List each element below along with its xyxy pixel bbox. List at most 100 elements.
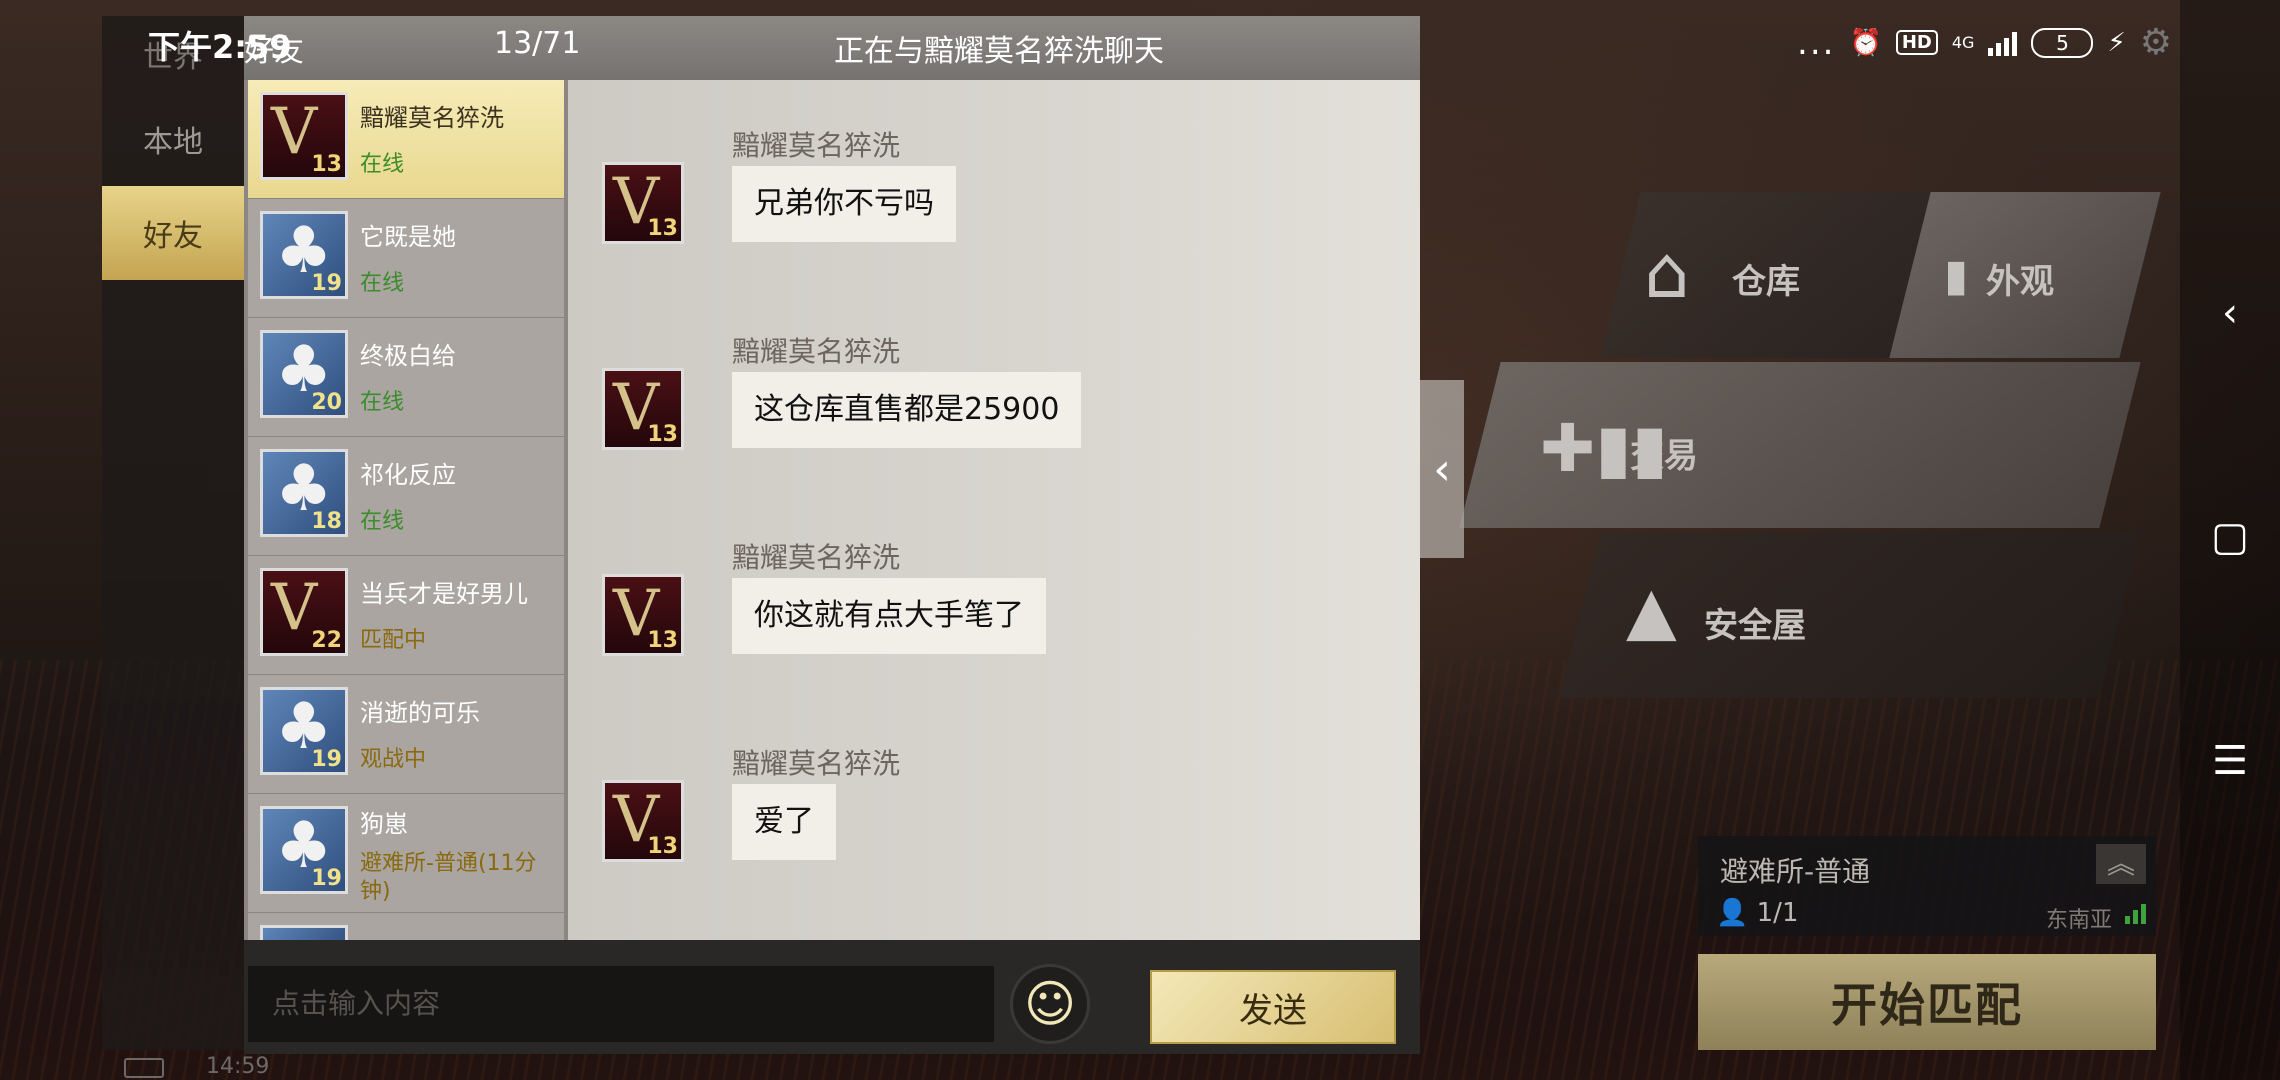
collapse-chat-button[interactable]: ‹ [1420,380,1464,558]
friend-level: 13 [311,152,342,177]
mode-name: 避难所-普通 [1720,855,1871,888]
friend-status: 在线 [360,152,405,177]
friend-status: 在线 [360,390,405,415]
friend-level: 20 [311,390,342,415]
club-icon [260,925,348,940]
network-type: 4G [1951,32,1975,52]
chevron-up-icon[interactable]: ︽ [2096,844,2146,884]
friend-name: 黯耀莫名猝洗 [360,104,504,132]
friend-name: 它既是她 [360,223,456,251]
chat-message: V 13 黯耀莫名猝洗 你这就有点大手笔了 [568,536,1420,736]
friend-item[interactable]: ♣ 18 祁化反应 在线 [248,437,564,556]
system-nav-bar: ‹ ▢ ☰ [2180,0,2280,1080]
trade-tile[interactable]: ✚▮▮ 交易 [1459,362,2141,528]
warehouse-label: 仓库 [1732,262,1800,302]
appearance-label: 外观 [1986,262,2054,302]
player-count: 👤 1/1 [1716,898,1798,928]
friend-item[interactable]: ♣ 20 终极白给 在线 [248,318,564,437]
chat-message: V 13 黯耀莫名猝洗 这仓库直售都是25900 [568,330,1420,530]
message-sender: 黯耀莫名猝洗 [732,129,901,162]
menu-icon[interactable]: ☰ [2202,738,2258,784]
bottom-clock: 14:59 [206,1054,270,1079]
chat-channel-nav: 世界 本地 好友 [102,16,244,1050]
friend-item-partial[interactable] [248,913,564,940]
club-icon: ♣ 18 [260,449,348,537]
back-icon[interactable]: ‹ [2202,290,2258,336]
mode-selector[interactable]: 避难所-普通 ︽ 👤 1/1 东南亚 [1698,836,2156,936]
hd-icon: HD [1895,30,1938,55]
region-label: 东南亚 [2045,908,2112,933]
friend-status: 在线 [360,509,405,534]
sender-level: 13 [647,834,678,859]
message-bubble: 兄弟你不亏吗 [732,166,956,242]
safehouse-label: 安全屋 [1704,606,1806,646]
message-sender: 黯耀莫名猝洗 [732,747,901,780]
friend-item[interactable]: ♣ 19 消逝的可乐 观战中 [248,675,564,794]
chat-panel: 好友 13/71 正在与黯耀莫名猝洗聊天 V 13 黯耀莫名猝洗 在线 ♣ 19 它… [244,16,1420,1054]
appearance-tile[interactable]: ▮ 外观 [1889,192,2161,358]
friend-status: 在线 [360,271,405,296]
v-rank-icon: V 13 [602,162,684,244]
message-input[interactable]: 点击输入内容 [248,966,994,1042]
friend-level: 19 [311,271,342,296]
chat-message: V 13 黯耀莫名猝洗 兄弟你不亏吗 [568,124,1420,324]
message-sender: 黯耀莫名猝洗 [732,335,901,368]
warehouse-tile[interactable]: ⌂ 仓库 [1599,192,1941,358]
club-icon: ♣ 19 [260,211,348,299]
friend-status: 匹配中 [360,628,427,653]
club-icon: ♣ 20 [260,330,348,418]
chat-input-bar: 点击输入内容 ☺ 发送 [244,940,1420,1054]
person-icon: 👤 [1716,898,1749,928]
tab-local[interactable]: 本地 [102,92,244,186]
appearance-icon: ▮ [1944,250,1969,301]
v-rank-icon: V 13 [602,574,684,656]
message-list[interactable]: V 13 黯耀莫名猝洗 兄弟你不亏吗 V 13 黯耀莫名猝洗 这仓库直售都是2590… [568,80,1420,940]
trade-label: 交易 [1630,436,1698,476]
alarm-icon: ⏰ [1849,27,1882,58]
signal-icon [1988,30,2018,56]
friend-status: 避难所-普通(11分钟) [360,851,537,904]
friend-level: 18 [311,509,342,534]
friend-name: 祁化反应 [360,461,456,489]
friend-item[interactable]: ♣ 19 它既是她 在线 [248,199,564,318]
gear-icon[interactable]: ⚙ [2140,22,2172,63]
ping-signal-icon [2125,902,2146,924]
sender-level: 13 [647,422,678,447]
friend-item[interactable]: ♣ 19 狗崽 避难所-普通(11分钟) [248,794,564,913]
safehouse-tile[interactable]: ▲ 安全屋 [1559,532,2141,698]
friend-item[interactable]: V 22 当兵才是好男儿 匹配中 [248,556,564,675]
friend-level: 19 [311,747,342,772]
smiley-icon: ☺ [1023,975,1077,1033]
chevron-left-icon: ‹ [1433,443,1451,495]
v-rank-icon: V 22 [260,568,348,656]
club-icon: ♣ 19 [260,687,348,775]
friend-list[interactable]: V 13 黯耀莫名猝洗 在线 ♣ 19 它既是她 在线 ♣ 20 终极白给 在线 ♣ 1… [244,80,568,940]
friend-status: 观战中 [360,747,427,772]
home-icon[interactable]: ▢ [2202,514,2258,560]
sender-level: 13 [647,216,678,241]
start-match-button[interactable]: 开始匹配 [1698,954,2156,1050]
friend-name: 狗崽 [360,810,408,838]
message-bubble: 爱了 [732,784,836,860]
tab-friends[interactable]: 好友 [102,186,244,280]
bottom-battery-icon [124,1058,164,1078]
emoji-button[interactable]: ☺ [1010,964,1090,1044]
charging-icon: ⚡ [2107,27,2126,58]
safehouse-icon: ▲ [1626,572,1677,649]
friend-item[interactable]: V 13 黯耀莫名猝洗 在线 [248,80,564,199]
club-icon: ♣ 19 [260,806,348,894]
send-button[interactable]: 发送 [1150,970,1396,1044]
sender-level: 13 [647,628,678,653]
friend-level: 19 [311,866,342,891]
message-bubble: 你这就有点大手笔了 [732,578,1046,654]
status-bar: 下午2:59 ... ⏰ HD 4G 5 ⚡ ⚙ [0,0,2280,88]
battery-level: 5 [2031,27,2094,58]
v-rank-icon: V 13 [602,368,684,450]
chat-message: V 13 黯耀莫名猝洗 爱了 [568,742,1420,942]
friend-level: 22 [311,628,342,653]
friend-name: 当兵才是好男儿 [360,580,528,608]
status-time: 下午2:59 [148,28,292,66]
friend-name: 终极白给 [360,342,456,370]
message-bubble: 这仓库直售都是25900 [732,372,1082,448]
warehouse-icon: ⌂ [1644,230,1690,314]
